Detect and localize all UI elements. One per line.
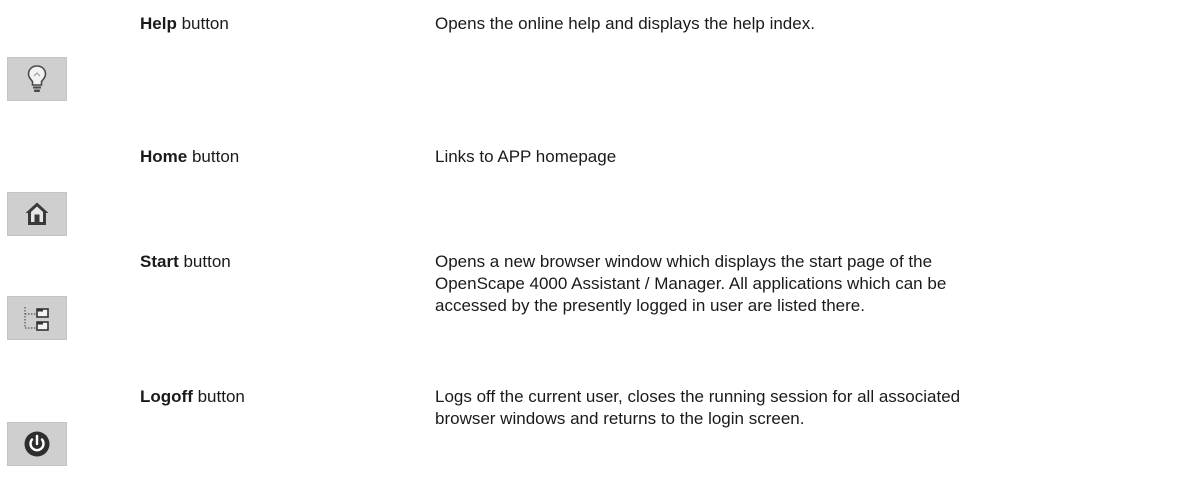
start-button-name: Start button [140, 251, 231, 273]
help-button-icon-box[interactable] [7, 57, 67, 101]
help-button-label: Help [140, 14, 177, 33]
start-button-suffix: button [183, 252, 231, 271]
help-button-description: Opens the online help and displays the h… [435, 13, 1195, 35]
home-button-suffix: button [191, 147, 240, 166]
logoff-button-suffix: button [197, 387, 245, 406]
help-description-line-1: Opens the online help and displays the h… [435, 14, 815, 33]
help-button-suffix: button [181, 14, 229, 33]
start-description-line-3: accessed by the presently logged in user… [435, 296, 865, 315]
home-description-line-1: Links to APP homepage [435, 147, 617, 166]
start-button-label: Start [140, 252, 179, 271]
logoff-button-label: Logoff [140, 387, 193, 406]
logoff-description-line-2: browser windows and returns to the login… [435, 409, 805, 428]
power-icon [24, 431, 50, 457]
home-button-name: Home button [140, 146, 239, 168]
home-button-icon-box[interactable] [7, 192, 67, 236]
home-button-description: Links to APP homepage [435, 146, 1195, 168]
home-icon [25, 202, 49, 225]
lightbulb-icon [27, 65, 47, 92]
logoff-button-name: Logoff button [140, 386, 245, 408]
start-description-line-2: OpenScape 4000 Assistant / Manager. All … [435, 274, 947, 293]
start-button-icon-box[interactable] [7, 296, 67, 340]
start-description-line-1: Opens a new browser window which display… [435, 252, 933, 271]
logoff-button-icon-box[interactable] [7, 422, 67, 466]
help-button-name: Help button [140, 13, 229, 35]
logoff-button-description: Logs off the current user, closes the ru… [435, 386, 1195, 430]
logoff-description-line-1: Logs off the current user, closes the ru… [435, 387, 961, 406]
start-button-description: Opens a new browser window which display… [435, 251, 1195, 317]
home-button-label: Home [140, 147, 188, 166]
tree-structure-icon [24, 307, 49, 331]
